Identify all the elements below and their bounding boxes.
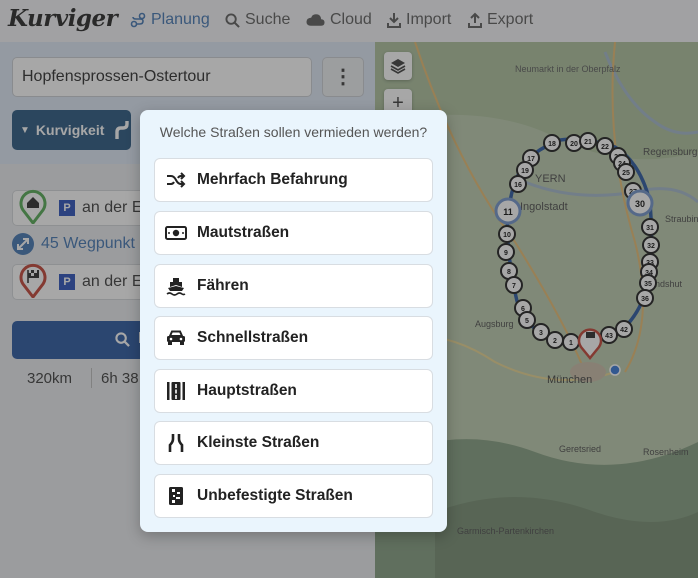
narrow-road-icon bbox=[165, 432, 187, 454]
avoid-option-main-roads[interactable]: Hauptstraßen bbox=[154, 369, 433, 413]
option-label: Fähren bbox=[197, 277, 249, 294]
option-label: Mehrfach Befahrung bbox=[197, 171, 348, 188]
option-label: Hauptstraßen bbox=[197, 382, 297, 399]
option-label: Unbefestigte Straßen bbox=[197, 487, 353, 504]
ferry-icon bbox=[165, 275, 187, 297]
avoid-option-highway[interactable]: Schnellstraßen bbox=[154, 316, 433, 360]
avoid-option-multiple[interactable]: Mehrfach Befahrung bbox=[154, 158, 433, 202]
popup-title: Welche Straßen sollen vermieden werden? bbox=[159, 124, 428, 140]
avoid-roads-popup: Welche Straßen sollen vermieden werden? … bbox=[140, 110, 447, 532]
option-label: Mautstraßen bbox=[197, 224, 290, 241]
avoid-option-smallest-roads[interactable]: Kleinste Straßen bbox=[154, 421, 433, 465]
unpaved-road-icon bbox=[165, 485, 187, 507]
avoid-option-ferry[interactable]: Fähren bbox=[154, 264, 433, 308]
toll-money-icon bbox=[165, 222, 187, 244]
option-label: Kleinste Straßen bbox=[197, 434, 320, 451]
avoid-option-unpaved[interactable]: Unbefestigte Straßen bbox=[154, 474, 433, 518]
shuffle-icon bbox=[165, 169, 187, 191]
main-road-icon bbox=[165, 380, 187, 402]
avoid-option-toll[interactable]: Mautstraßen bbox=[154, 211, 433, 255]
car-icon bbox=[165, 327, 187, 349]
option-label: Schnellstraßen bbox=[197, 329, 309, 346]
